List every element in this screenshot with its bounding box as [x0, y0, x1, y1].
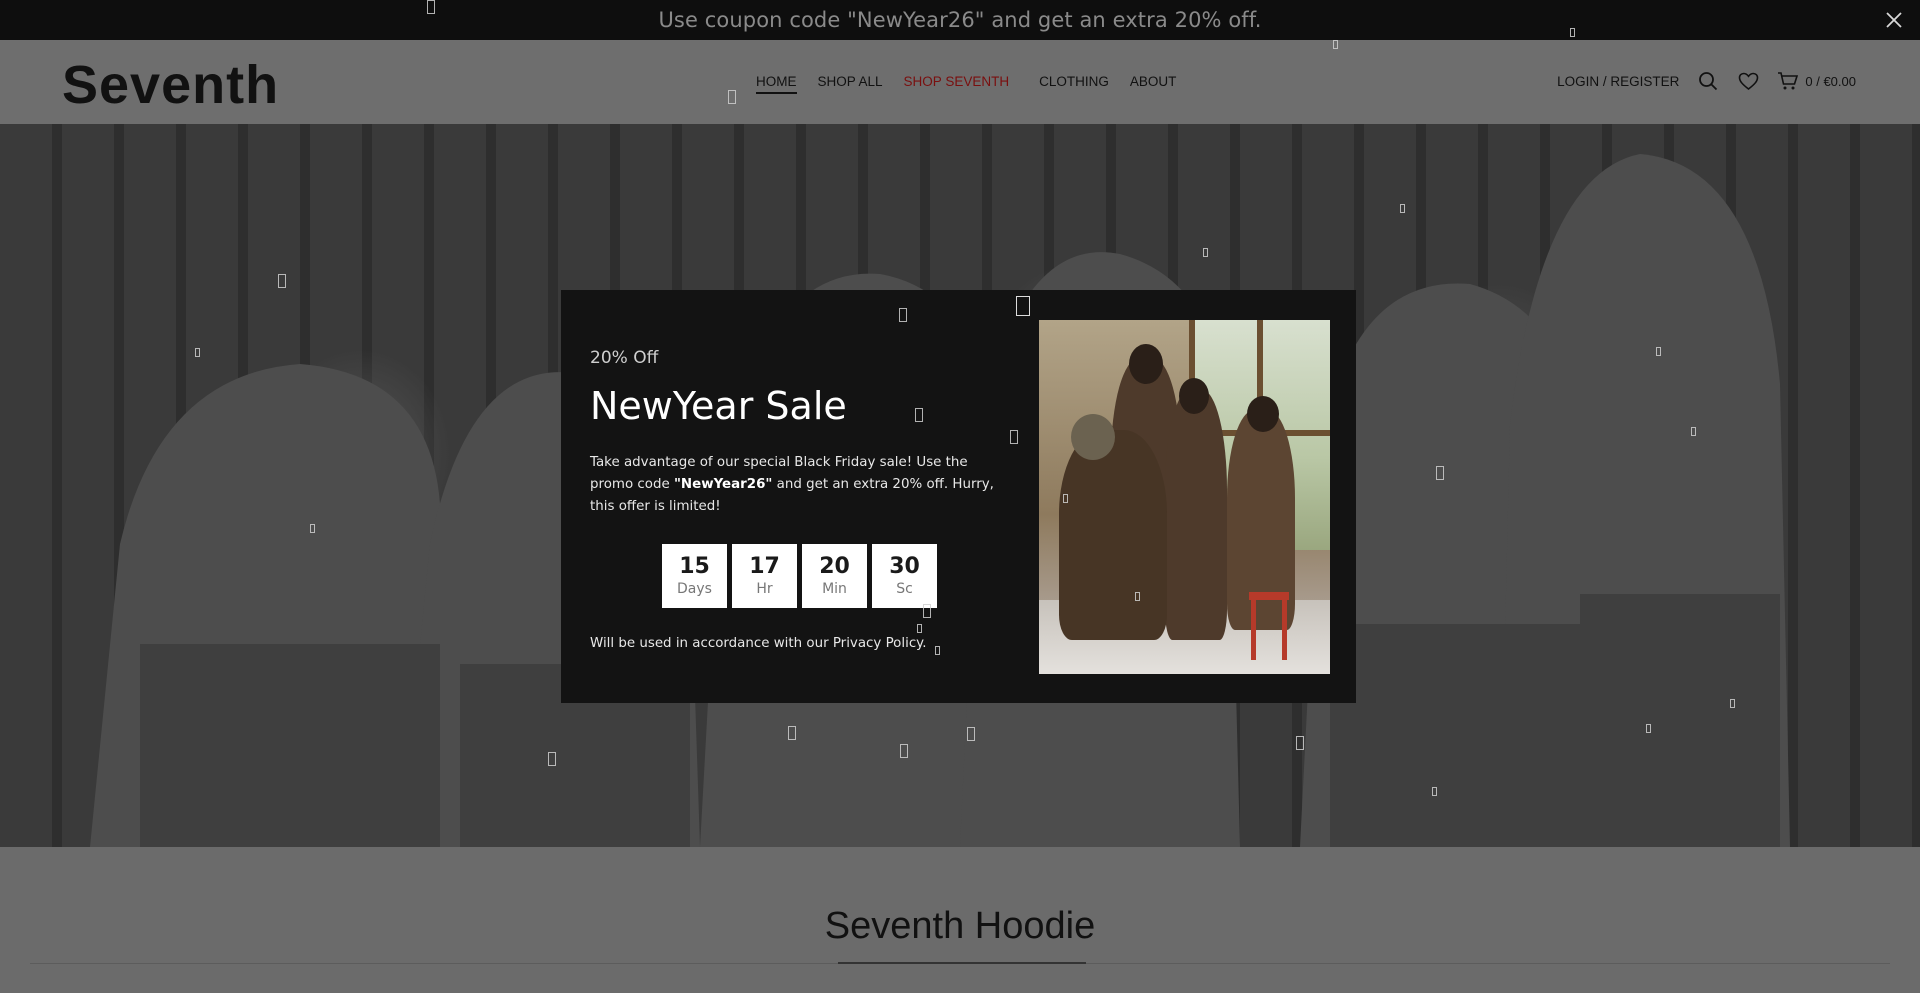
placeholder-glyph: [915, 408, 923, 422]
countdown-days: 15 Days: [662, 544, 727, 608]
nav-item-about[interactable]: ABOUT: [1130, 74, 1177, 94]
placeholder-glyph: [1010, 430, 1018, 444]
privacy-note-text: Will be used in accordance with our: [590, 636, 833, 651]
placeholder-glyph: [427, 0, 435, 14]
placeholder-glyph: [1063, 494, 1068, 503]
header-actions: LOGIN / REGISTER 0 / €0.00: [1557, 70, 1856, 92]
placeholder-glyph: [899, 308, 907, 322]
login-register-link[interactable]: LOGIN / REGISTER: [1557, 74, 1679, 89]
popup-close-button[interactable]: [1016, 296, 1030, 316]
placeholder-glyph: [1436, 466, 1444, 480]
wishlist-heart-icon: [1738, 72, 1759, 90]
countdown-value: 15: [679, 554, 710, 579]
placeholder-glyph: [728, 90, 736, 104]
placeholder-glyph: [923, 604, 931, 618]
placeholder-glyph: [788, 726, 796, 740]
popup-description: Take advantage of our special Black Frid…: [590, 452, 1010, 518]
privacy-note: Will be used in accordance with our Priv…: [590, 636, 1010, 651]
placeholder-glyph: [1691, 427, 1696, 436]
countdown-hours: 17 Hr: [732, 544, 797, 608]
promo-code: "NewYear26": [673, 477, 773, 492]
popup-image: [1039, 320, 1330, 674]
announcement-close-button[interactable]: [1880, 6, 1908, 34]
section-title: Seventh Hoodie: [824, 905, 1096, 947]
popup-subtitle: 20% Off: [590, 348, 659, 368]
placeholder-glyph: [1646, 724, 1651, 733]
promo-popup: 20% Off NewYear Sale Take advantage of o…: [561, 290, 1356, 703]
site-logo[interactable]: Seventh: [62, 54, 279, 116]
countdown-value: 30: [889, 554, 920, 579]
placeholder-glyph: [1135, 592, 1140, 601]
placeholder-glyph: [935, 646, 940, 655]
countdown-minutes: 20 Min: [802, 544, 867, 608]
countdown-seconds: 30 Sc: [872, 544, 937, 608]
popup-content: 20% Off NewYear Sale Take advantage of o…: [590, 348, 1010, 651]
countdown-label: Hr: [756, 581, 773, 597]
cart-button[interactable]: 0 / €0.00: [1777, 71, 1856, 91]
placeholder-glyph: [900, 744, 908, 758]
cart-icon: [1778, 72, 1799, 90]
placeholder-glyph: [1333, 40, 1338, 49]
announcement-bar: Use coupon code "NewYear26" and get an e…: [0, 0, 1920, 40]
close-icon: [1886, 12, 1902, 28]
nav-item-home[interactable]: HOME: [756, 74, 797, 94]
placeholder-glyph: [1730, 699, 1735, 708]
main-nav: HOME SHOP ALL SHOP SEVENTH CLOTHING ABOU…: [756, 74, 1197, 94]
popup-title: NewYear Sale: [590, 384, 847, 428]
countdown-value: 20: [819, 554, 850, 579]
countdown-label: Min: [822, 581, 847, 597]
privacy-policy-link[interactable]: Privacy Policy.: [833, 636, 927, 651]
nav-item-clothing[interactable]: CLOTHING: [1039, 74, 1109, 94]
countdown-timer: 15 Days 17 Hr 20 Min 30 Sc: [662, 544, 1010, 608]
site-header: Seventh HOME SHOP ALL SHOP SEVENTH CLOTH…: [0, 40, 1920, 124]
placeholder-glyph: [917, 624, 922, 633]
cart-total: 0 / €0.00: [1805, 73, 1856, 89]
countdown-value: 17: [749, 554, 780, 579]
placeholder-glyph: [1432, 787, 1437, 796]
placeholder-glyph: [1203, 248, 1208, 257]
placeholder-glyph: [1656, 347, 1661, 356]
placeholder-glyph: [967, 727, 975, 741]
wishlist-button[interactable]: [1737, 70, 1759, 92]
announcement-text: Use coupon code "NewYear26" and get an e…: [658, 8, 1262, 32]
placeholder-glyph: [1400, 204, 1405, 213]
countdown-label: Sc: [896, 581, 913, 597]
placeholder-glyph: [1296, 736, 1304, 750]
placeholder-glyph: [310, 524, 315, 533]
section-title-underline: [838, 962, 1086, 964]
nav-item-shop-all[interactable]: SHOP ALL: [818, 74, 883, 94]
search-button[interactable]: [1697, 70, 1719, 92]
product-section: Seventh Hoodie: [0, 847, 1920, 993]
placeholder-glyph: [1570, 28, 1575, 37]
countdown-label: Days: [677, 581, 712, 597]
placeholder-glyph: [195, 348, 200, 357]
nav-item-shop-seventh[interactable]: SHOP SEVENTH: [904, 74, 1010, 94]
placeholder-glyph: [278, 274, 286, 288]
placeholder-glyph: [548, 752, 556, 766]
search-icon: [1699, 72, 1718, 91]
